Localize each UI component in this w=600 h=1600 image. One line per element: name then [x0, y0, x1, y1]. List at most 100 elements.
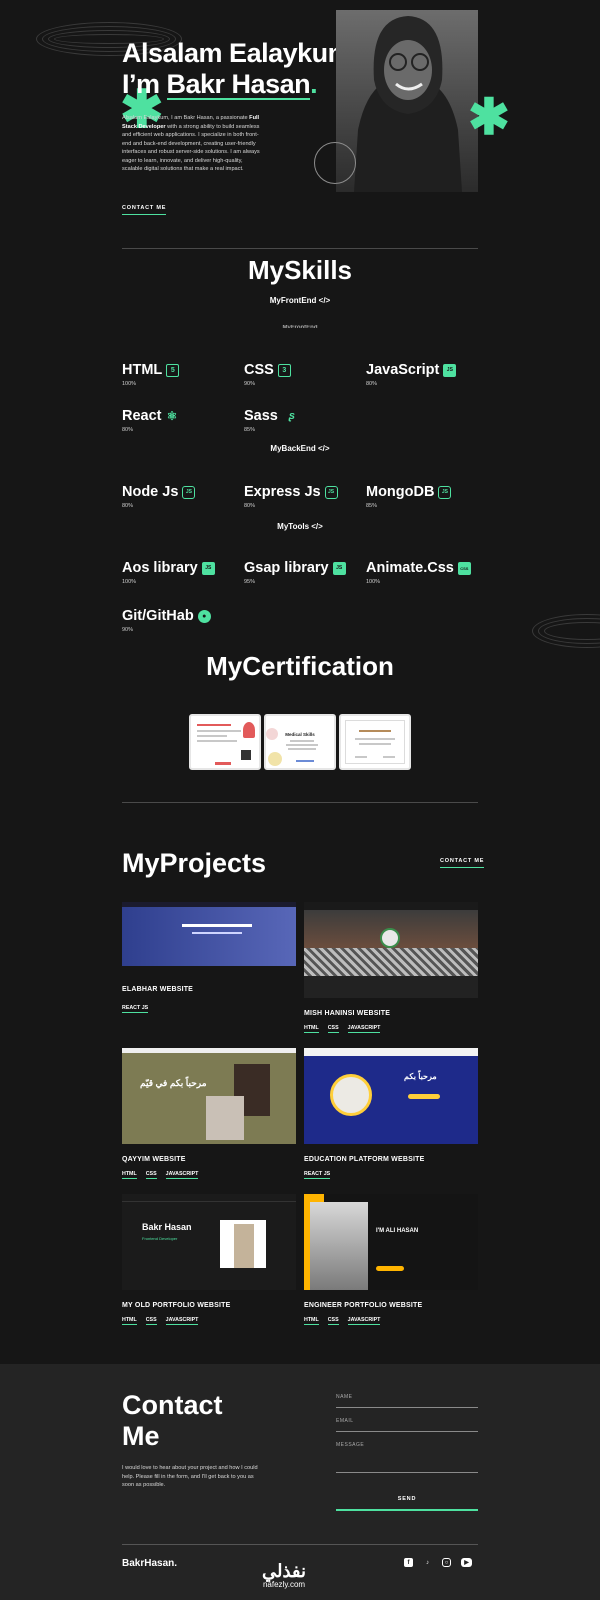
tools-label: MyTools </> [277, 522, 323, 531]
skill-name: Gsap library [244, 560, 329, 576]
decorative-circle [314, 142, 356, 184]
skill-name: Express Js [244, 484, 321, 500]
react-icon: ⚛ [166, 409, 178, 423]
contact-title: Contact Me [122, 1390, 223, 1452]
email-input[interactable]: EMAIL [336, 1418, 478, 1432]
tag-link[interactable]: JAVASCRIPT [347, 1317, 381, 1325]
skill-name: Git/GitHab [122, 608, 194, 624]
tag-link[interactable]: JAVASCRIPT [165, 1317, 199, 1325]
skill-percent: 95% [244, 579, 256, 585]
project-card-elabhar[interactable]: ELABHAR WEBSITE REACT JS [122, 902, 296, 1013]
tag-link[interactable]: JAVASCRIPT [165, 1171, 199, 1179]
project-card-education-platform[interactable]: مرحباً بكم EDUCATION PLATFORM WEBSITE RE… [304, 1048, 478, 1179]
tag-link[interactable]: JAVASCRIPT [347, 1025, 381, 1033]
profile-photo [336, 10, 478, 192]
frontend-label-ghost: MyFrontEnd [282, 325, 318, 328]
skill-name: HTML [122, 362, 163, 378]
certificate-card[interactable] [189, 714, 261, 770]
skill-animate-css: Animate.Css CSS 100% [366, 560, 486, 585]
certificate-heading: Medical Skills [285, 732, 315, 737]
tag-link[interactable]: CSS [145, 1171, 157, 1179]
html5-icon: 5 [166, 363, 180, 377]
tag-link[interactable]: CSS [327, 1317, 339, 1325]
hero-intro-prefix: I’m [122, 69, 167, 99]
thumb-heading: مرحباً بكم في قيّم [140, 1078, 207, 1088]
certification-title: MyCertification [206, 651, 394, 681]
skill-name: Animate.Css [366, 560, 454, 576]
frontend-label: MyFrontEnd </> [269, 296, 331, 305]
skill-css: CSS 3 90% [244, 362, 364, 387]
message-input[interactable]: MESSAGE [336, 1442, 478, 1473]
facebook-icon[interactable]: f [404, 1558, 413, 1567]
project-thumbnail: مرحباً بكم في قيّم [122, 1048, 296, 1144]
skill-gsap: Gsap library JS 95% [244, 560, 364, 585]
certificate-card[interactable]: Medical Skills [264, 714, 336, 770]
skill-percent: 100% [122, 381, 137, 387]
hero-greeting: Alsalam Ealaykum [122, 38, 352, 68]
skill-nodejs: Node Js JS 80% [122, 484, 242, 509]
skill-name: React [122, 408, 162, 424]
tag-link[interactable]: HTML [122, 1317, 137, 1325]
name-input[interactable]: NAME [336, 1394, 478, 1408]
project-card-engineer-portfolio[interactable]: I'M ALI HASAN ENGINEER PORTFOLIO WEBSITE… [304, 1194, 478, 1325]
project-card-mish-haninsi[interactable]: MISH HANINSI WEBSITE HTML CSS JAVASCRIPT [304, 902, 478, 1033]
tag-link[interactable]: REACT JS [122, 1005, 149, 1013]
skill-javascript: JavaScript JS 80% [366, 362, 486, 387]
skill-percent: 90% [244, 381, 256, 387]
decorative-rings-right [532, 614, 600, 648]
js-icon: JS [443, 363, 457, 377]
skill-react: React ⚛ 80% [122, 408, 242, 433]
project-card-qayyim[interactable]: مرحباً بكم في قيّم QAYYIM WEBSITE HTML CS… [122, 1048, 296, 1179]
tiktok-icon[interactable]: ♪ [423, 1558, 432, 1567]
tag-link[interactable]: HTML [304, 1025, 319, 1033]
youtube-icon[interactable]: ▶ [461, 1558, 472, 1567]
skill-percent: 80% [122, 503, 134, 509]
certificate-card[interactable] [339, 714, 411, 770]
nodejs-icon: JS [182, 485, 196, 499]
project-thumbnail: مرحباً بكم [304, 1048, 478, 1144]
tag-link[interactable]: REACT JS [304, 1171, 331, 1179]
thumb-subheading: Frontend Developer [142, 1236, 178, 1241]
skill-percent: 80% [366, 381, 378, 387]
github-icon: ● [197, 609, 211, 623]
projects-contact-button[interactable]: CONTACT ME [440, 858, 485, 868]
project-card-old-portfolio[interactable]: Bakr Hasan Frontend Developer MY OLD POR… [122, 1194, 296, 1325]
skill-aos: Aos library JS 100% [122, 560, 242, 585]
tag-link[interactable]: HTML [122, 1171, 137, 1179]
skill-percent: 80% [122, 427, 134, 433]
project-title: EDUCATION PLATFORM WEBSITE [304, 1156, 425, 1163]
skill-percent: 100% [366, 579, 381, 585]
footer-brand: BakrHasan. [122, 1558, 178, 1569]
hero-contact-button[interactable]: CONTACT ME [122, 205, 167, 215]
project-title: MY OLD PORTFOLIO WEBSITE [122, 1302, 231, 1309]
tag-link[interactable]: HTML [304, 1317, 319, 1325]
nodejs-icon: JS [438, 485, 452, 499]
hero-desc-pre: Alsalam Ealaykum, I am Bakr Hasan, a pas… [122, 115, 250, 121]
project-thumbnail: Bakr Hasan Frontend Developer [122, 1194, 296, 1290]
send-button[interactable]: SEND [336, 1496, 478, 1511]
hero-description: Alsalam Ealaykum, I am Bakr Hasan, a pas… [122, 114, 264, 174]
skill-name: CSS [244, 362, 274, 378]
skill-sass: Sass ʂ 85% [244, 408, 364, 433]
tag-link[interactable]: CSS [327, 1025, 339, 1033]
css-box-icon: CSS [457, 561, 471, 575]
skill-git: Git/GitHab ● 90% [122, 608, 242, 633]
divider [122, 248, 478, 249]
skill-percent: 80% [244, 503, 256, 509]
watermark-latin: nafezly.com [262, 1580, 306, 1589]
js-icon: JS [332, 561, 346, 575]
project-title: MISH HANINSI WEBSITE [304, 1010, 391, 1017]
sass-icon: ʂ [288, 410, 295, 422]
thumb-heading: I'M ALI HASAN [376, 1228, 419, 1234]
asterisk-icon: ✱ [468, 89, 510, 145]
tag-link[interactable]: CSS [145, 1317, 157, 1325]
watermark-arabic: نفذلي [262, 1561, 307, 1581]
nodejs-icon: JS [324, 485, 338, 499]
instagram-icon[interactable]: ○ [442, 1558, 451, 1567]
contact-title-line1: Contact [122, 1390, 223, 1420]
skill-name: MongoDB [366, 484, 435, 500]
skill-name: JavaScript [366, 362, 440, 378]
skills-title: MySkills [247, 255, 353, 285]
thumb-heading: Bakr Hasan [142, 1222, 192, 1232]
project-thumbnail: I'M ALI HASAN [304, 1194, 478, 1290]
